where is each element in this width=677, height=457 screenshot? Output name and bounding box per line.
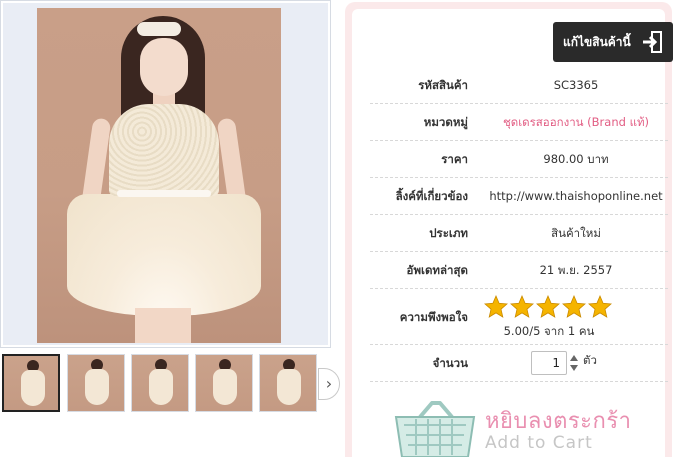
quantity-unit: ตัว	[583, 353, 597, 367]
detail-label: อัพเดทล่าสุด	[406, 263, 468, 277]
chevron-right-icon[interactable]: ›	[318, 368, 340, 400]
detail-row-quantity: จำนวน ตัว	[370, 345, 668, 382]
thumbnail-dress	[85, 369, 109, 405]
thumbnail-dress	[213, 369, 237, 405]
edit-product-button[interactable]: แก้ไขสินค้านี้	[553, 22, 673, 62]
add-to-cart-button[interactable]: หยิบลงตระกร้า Add to Cart	[390, 397, 650, 457]
product-info-panel: แก้ไขสินค้านี้ รหัสสินค้า SC3365 หมวดหมู…	[345, 2, 673, 457]
product-details: รหัสสินค้า SC3365 หมวดหมู่ ชุดเดรสออกงาน…	[370, 67, 668, 382]
thumbnail-dress	[21, 370, 45, 406]
main-image-frame	[0, 0, 331, 348]
detail-row-rating: ความพึงพอใจ 5.00/5 จาก 1 คน	[370, 289, 668, 345]
detail-row-price: ราคา 980.00 บาท	[370, 141, 668, 178]
detail-label: จำนวน	[432, 356, 468, 370]
related-link[interactable]: http://www.thaishoponline.net	[480, 178, 672, 215]
detail-label: ลิ้งค์ที่เกี่ยวข้อง	[395, 189, 468, 203]
star-icon[interactable]	[588, 295, 612, 319]
photo-belt	[117, 190, 211, 197]
thumbnail-dress	[149, 369, 173, 405]
rating-summary: 5.00/5 จาก 1 คน	[503, 324, 595, 338]
photo-skirt	[67, 194, 261, 316]
thumbnail-5[interactable]	[259, 354, 317, 412]
rating-stars[interactable]	[484, 295, 614, 321]
photo-bodice	[109, 104, 219, 196]
detail-row-link: ลิ้งค์ที่เกี่ยวข้อง http://www.thaishopo…	[370, 178, 668, 215]
thumbnail-4[interactable]	[195, 354, 253, 412]
category-link[interactable]: ชุดเดรสออกงาน (Brand แท้)	[480, 104, 672, 141]
quantity-input[interactable]	[531, 351, 567, 375]
detail-row-category: หมวดหมู่ ชุดเดรสออกงาน (Brand แท้)	[370, 104, 668, 141]
thumbnail-2[interactable]	[67, 354, 125, 412]
product-info-box: แก้ไขสินค้านี้ รหัสสินค้า SC3365 หมวดหมู…	[352, 9, 673, 457]
exit-door-icon	[643, 31, 662, 53]
detail-label: ราคา	[441, 152, 468, 166]
thumbnail-1[interactable]	[2, 354, 60, 412]
detail-row-type: ประเภท สินค้าใหม่	[370, 215, 668, 252]
edit-product-label: แก้ไขสินค้านี้	[563, 34, 631, 49]
detail-row-updated: อัพเดทล่าสุด 21 พ.ย. 2557	[370, 252, 668, 289]
add-to-cart-label-en: Add to Cart	[485, 433, 593, 453]
thumbnail-3[interactable]	[131, 354, 189, 412]
star-icon[interactable]	[536, 295, 560, 319]
product-type: สินค้าใหม่	[551, 226, 601, 240]
star-icon[interactable]	[510, 295, 534, 319]
dress-photo[interactable]	[37, 8, 281, 343]
star-icon[interactable]	[562, 295, 586, 319]
detail-label: รหัสสินค้า	[418, 78, 468, 92]
detail-row-code: รหัสสินค้า SC3365	[370, 67, 668, 104]
detail-label: หมวดหมู่	[423, 115, 468, 129]
product-code: SC3365	[553, 78, 599, 92]
detail-label: ความพึงพอใจ	[399, 310, 468, 324]
photo-face	[140, 38, 188, 96]
detail-label: ประเภท	[429, 226, 468, 240]
product-price: 980.00 บาท	[543, 152, 609, 166]
thumbnail-dress	[277, 369, 301, 405]
star-icon[interactable]	[484, 295, 508, 319]
last-updated: 21 พ.ย. 2557	[539, 263, 613, 277]
basket-icon	[394, 401, 476, 457]
photo-headband	[137, 22, 181, 36]
quantity-stepper[interactable]	[569, 352, 579, 374]
photo-legs	[135, 308, 191, 343]
